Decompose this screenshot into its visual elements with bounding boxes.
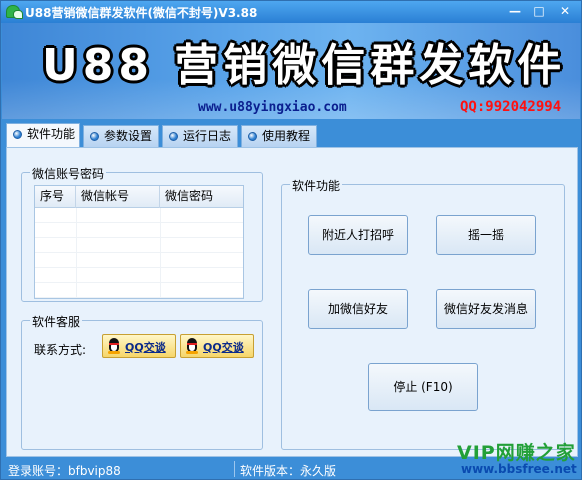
add-friends-button[interactable]: 加微信好友 <box>308 289 408 329</box>
status-divider <box>234 461 235 477</box>
qq-penguin-icon <box>185 338 199 355</box>
tab-software-functions[interactable]: 软件功能 <box>6 123 80 148</box>
shake-button[interactable]: 摇一摇 <box>436 215 536 255</box>
accounts-group: 微信账号密码 序号 微信帐号 微信密码 <box>21 165 263 302</box>
qq-chat-label: QQ交谈 <box>125 341 166 354</box>
qq-chat-button-1[interactable]: QQ交谈 <box>102 334 176 358</box>
nearby-greet-button[interactable]: 附近人打招呼 <box>308 215 408 255</box>
banner-qq: QQ:992042994 <box>460 99 562 115</box>
stop-button[interactable]: 停止 (F10) <box>368 363 478 411</box>
minimize-button[interactable]: — <box>505 4 525 20</box>
banner: U88 营销微信群发软件 www.u88yingxiao.com QQ:9920… <box>2 23 580 119</box>
tab-label: 参数设置 <box>104 129 153 143</box>
status-login-account: 登录账号：bfbvip88 <box>8 464 121 478</box>
accounts-group-title: 微信账号密码 <box>30 165 107 182</box>
accounts-table-header: 序号 微信帐号 微信密码 <box>35 186 243 208</box>
table-row[interactable] <box>35 283 243 298</box>
tab-label: 软件功能 <box>27 127 76 141</box>
accounts-table[interactable]: 序号 微信帐号 微信密码 <box>34 185 244 299</box>
table-row[interactable] <box>35 223 243 238</box>
functions-group-title: 软件功能 <box>290 177 343 194</box>
table-row[interactable] <box>35 238 243 253</box>
watermark-text: VIP网赚之家 <box>457 442 576 464</box>
qq-chat-button-2[interactable]: QQ交谈 <box>180 334 254 358</box>
service-group: 软件客服 联系方式: QQ交谈 QQ交谈 <box>21 313 263 450</box>
radio-dot-icon <box>13 130 22 139</box>
wechat-icon <box>6 5 23 19</box>
contact-label: 联系方式: <box>34 343 87 357</box>
table-row[interactable] <box>35 268 243 283</box>
window-title: U88营销微信群发软件(微信不封号)V3.88 <box>25 6 258 20</box>
tab-tutorial[interactable]: 使用教程 <box>241 125 317 147</box>
table-row[interactable] <box>35 208 243 223</box>
qq-chat-label: QQ交谈 <box>203 341 244 354</box>
message-friends-button[interactable]: 微信好友发消息 <box>436 289 536 329</box>
tab-content-panel: 微信账号密码 序号 微信帐号 微信密码 软件客服 联系方式: QQ交谈 QQ交谈… <box>6 147 578 457</box>
maximize-button[interactable]: □ <box>529 4 549 20</box>
tab-strip: 软件功能 参数设置 运行日志 使用教程 <box>2 121 580 148</box>
tab-label: 使用教程 <box>262 129 311 143</box>
qq-penguin-icon <box>107 338 121 355</box>
app-window: U88营销微信群发软件(微信不封号)V3.88 — □ ✕ U88 营销微信群发… <box>0 0 582 480</box>
service-group-title: 软件客服 <box>30 313 83 330</box>
banner-url: www.u88yingxiao.com <box>198 100 347 115</box>
functions-group: 软件功能 附近人打招呼 摇一摇 加微信好友 微信好友发消息 停止 (F10) <box>281 177 565 450</box>
status-version: 软件版本：永久版 <box>240 464 337 478</box>
tab-run-log[interactable]: 运行日志 <box>162 125 238 147</box>
radio-dot-icon <box>248 132 257 141</box>
table-row[interactable] <box>35 253 243 268</box>
tab-parameter-settings[interactable]: 参数设置 <box>83 125 159 147</box>
column-header-account[interactable]: 微信帐号 <box>76 186 160 208</box>
close-button[interactable]: ✕ <box>553 4 577 20</box>
banner-title: U88 营销微信群发软件 <box>42 40 567 91</box>
column-header-index[interactable]: 序号 <box>35 186 76 208</box>
title-bar[interactable]: U88营销微信群发软件(微信不封号)V3.88 — □ ✕ <box>1 1 581 23</box>
column-header-password[interactable]: 微信密码 <box>160 186 243 208</box>
radio-dot-icon <box>90 132 99 141</box>
radio-dot-icon <box>169 132 178 141</box>
tab-label: 运行日志 <box>183 129 232 143</box>
watermark-url: www.bbsfree.net <box>461 462 577 476</box>
